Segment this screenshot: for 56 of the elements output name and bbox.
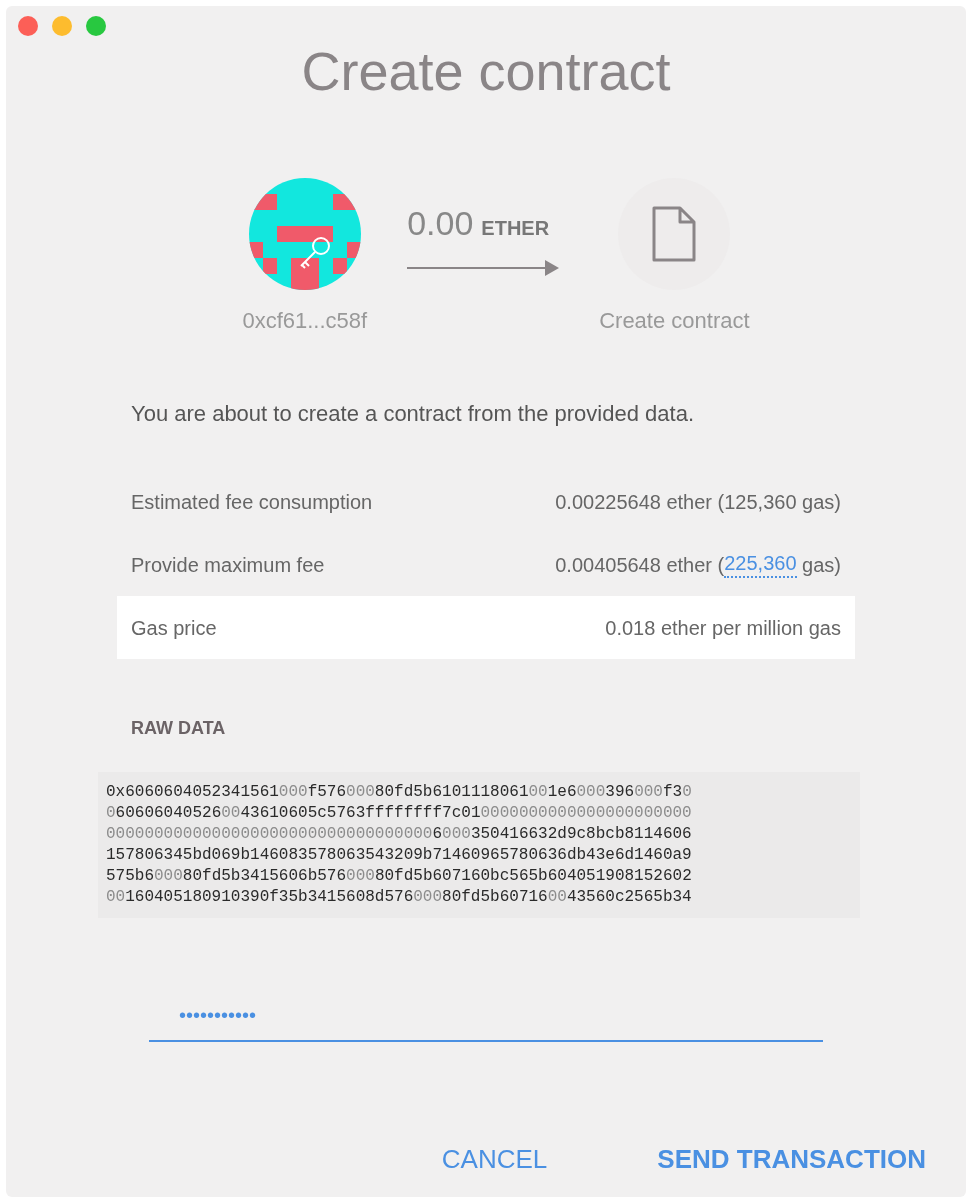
hex-digits: 00 (547, 888, 567, 906)
password-field[interactable]: ••••••••••• (149, 1000, 823, 1042)
hex-digits: 0000000000000000000000 (480, 804, 692, 822)
hex-digits: 1e6 (547, 783, 577, 801)
hex-digits: 000 (634, 783, 663, 801)
cancel-button[interactable]: CANCEL (441, 1136, 548, 1183)
fee-value: 0.00225648 ether (125,360 gas) (555, 489, 841, 515)
hex-digits: 000 (413, 888, 443, 906)
hex-digits: 000 (442, 825, 471, 843)
hex-digits: 00 (106, 888, 126, 906)
hex-digits: 43560c2565b34 (566, 888, 692, 906)
right-arrow-icon (407, 257, 560, 279)
recipient-label: Create contract (599, 307, 750, 335)
document-icon (652, 206, 697, 262)
hex-digits: 0x6060604052341561 (106, 783, 279, 801)
hex-digits: 000 (154, 867, 183, 885)
gas-link[interactable]: 225,360 (724, 551, 797, 578)
raw-data-heading: RAW DATA (130, 717, 227, 740)
hex-digits: 396 (605, 783, 635, 801)
fee-value: 0.00405648 ether ( (555, 552, 725, 578)
minimize-window-button[interactable] (52, 16, 72, 36)
fee-value: gas) (801, 552, 841, 578)
fee-label: Provide maximum fee (131, 552, 325, 578)
hex-digits: f576 (307, 783, 347, 801)
amount-unit: ETHER (481, 216, 550, 241)
hex-digits: 575b6 (106, 867, 154, 885)
hex-digits: 00 (221, 804, 241, 822)
hex-digits: 80fd5b607160bc565b604051908152602 (374, 867, 692, 885)
hex-digits: 0000000000000000000000000000000000 (106, 825, 433, 843)
hex-digits: 000 (346, 867, 375, 885)
hex-digits: 160405180910390f35b3415608d576 (125, 888, 414, 906)
window-title: Create contract (301, 44, 671, 98)
hex-digits: 350416632d9c8bcb8114606 (470, 825, 692, 843)
hex-digits: 80fd5b6101118061 (374, 783, 529, 801)
hex-digits: 00 (528, 783, 548, 801)
description-text: You are about to create a contract from the provided data. (130, 400, 695, 428)
hex-digits: 80fd5b60716 (442, 888, 548, 906)
close-window-button[interactable] (18, 16, 38, 36)
hex-digits: 157806345bd069b146083578063543209b71460965780636db43e6d1460a9 (106, 846, 692, 864)
hex-digits: 000 (346, 783, 375, 801)
maximize-window-button[interactable] (86, 16, 106, 36)
fee-value: 0.018 ether per million gas (605, 615, 841, 641)
hex-digits: 000 (278, 783, 308, 801)
hex-digits: f3 (662, 783, 683, 801)
amount-value: 0.00 (407, 203, 474, 244)
fee-label: Estimated fee consumption (131, 489, 373, 515)
fee-label: Gas price (131, 615, 217, 641)
hex-digits: 80fd5b3415606b576 (182, 867, 347, 885)
hex-digits: 000 (576, 783, 606, 801)
hex-digits: 6 (432, 825, 443, 843)
hex-digits: 0 (106, 804, 116, 822)
hex-digits: 60606040526 (115, 804, 222, 822)
hex-digits: 0 (682, 783, 692, 801)
send-transaction-button[interactable]: SEND TRANSACTION (657, 1136, 926, 1183)
sender-address: 0xcf61...c58f (242, 307, 368, 335)
hex-digits: 43610605c5763ffffffff7c01 (240, 804, 481, 822)
